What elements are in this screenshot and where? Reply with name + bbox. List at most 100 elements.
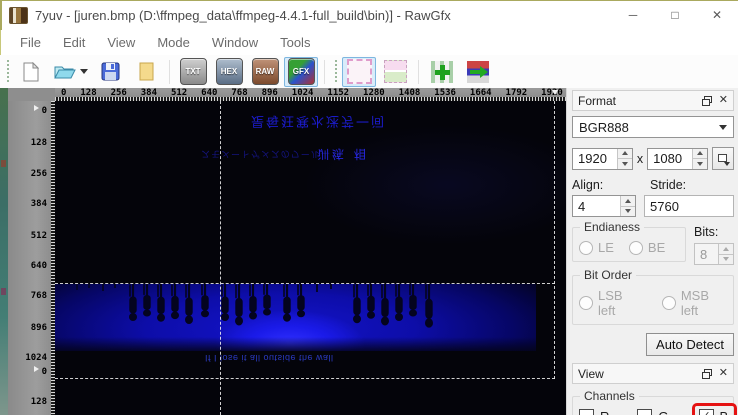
select-frame-button[interactable]: [342, 56, 376, 87]
toolbar-handle[interactable]: [333, 59, 338, 84]
width-value[interactable]: 1920: [573, 148, 617, 169]
menu-item[interactable]: View: [96, 35, 146, 50]
msb-left-label: MSB left: [680, 288, 709, 318]
app-icon: [9, 6, 28, 24]
band-shadow: [55, 337, 536, 351]
ruler-tick-label: 640: [30, 261, 47, 271]
filmstrip-arrow-icon: [467, 60, 489, 83]
add-frame-button[interactable]: [425, 57, 459, 87]
desktop-speck: [1, 160, 6, 167]
maximize-button[interactable]: □: [654, 0, 696, 30]
swap-dimensions-button[interactable]: [712, 147, 735, 170]
align-value[interactable]: 4: [573, 196, 620, 216]
close-button[interactable]: ✕: [696, 0, 738, 30]
height-spinner[interactable]: 1080: [647, 147, 709, 170]
select-row-button[interactable]: [378, 57, 412, 87]
ruler-tick-label: 896: [30, 323, 47, 333]
stride-value: 5760: [650, 198, 679, 214]
spin-up-button[interactable]: [621, 196, 635, 206]
goto-frame-button[interactable]: [461, 57, 495, 87]
close-panel-icon[interactable]: ✕: [719, 368, 728, 379]
ruler-tick-label: 256: [30, 169, 47, 179]
txt-mode-icon: TXT: [179, 58, 207, 85]
ruler-tick-label: 768: [231, 88, 248, 98]
menu-item[interactable]: Edit: [52, 35, 96, 50]
toolbar: TXT HEX RAW GFX: [0, 55, 738, 89]
ruler-vertical: 0 128 256 384 512 640 768 896 1024 0 128: [8, 101, 55, 415]
menu-bar: File Edit View Mode Window Tools: [0, 30, 738, 55]
toolbar-separator: [324, 59, 325, 84]
stride-field[interactable]: 5760: [644, 195, 734, 217]
channel-g-checkbox[interactable]: [637, 409, 653, 415]
ruler-tick-label: 384: [30, 199, 47, 209]
le-radio[interactable]: [579, 240, 593, 255]
align-spinner[interactable]: 4: [572, 195, 636, 217]
le-label: LE: [598, 240, 614, 255]
minimize-button[interactable]: ─: [612, 0, 654, 30]
channel-r-checkbox[interactable]: [579, 409, 594, 415]
format-select[interactable]: BGR888: [572, 116, 734, 138]
open-file-button[interactable]: [50, 57, 91, 87]
desktop-edge: [0, 88, 8, 415]
mode-txt-button[interactable]: TXT: [176, 57, 210, 87]
mode-raw-button[interactable]: RAW: [248, 57, 282, 87]
height-value[interactable]: 1080: [648, 148, 693, 169]
spin-up-button[interactable]: [617, 148, 632, 158]
width-spinner[interactable]: 1920: [572, 147, 633, 170]
mode-hex-button[interactable]: HEX: [212, 57, 246, 87]
format-panel-title: Format: [578, 93, 617, 108]
auto-detect-button[interactable]: Auto Detect: [646, 333, 734, 356]
channels-group: Channels R G ✓ B ✓ A Swap UV: [572, 389, 738, 415]
toolbar-separator: [169, 59, 170, 84]
hex-mode-icon: HEX: [215, 58, 243, 85]
bits-label: Bits:: [694, 225, 719, 239]
ruler-tick-label: 1280: [363, 88, 385, 98]
menu-item[interactable]: Tools: [269, 35, 321, 50]
ruler-tick-label: 1536: [434, 88, 456, 98]
open-dropdown-arrow-icon[interactable]: [80, 69, 88, 74]
float-panel-icon[interactable]: [701, 368, 712, 379]
spin-up-button[interactable]: [693, 148, 708, 158]
export-file-button[interactable]: [129, 57, 163, 87]
stride-label: Stride:: [650, 178, 687, 192]
image-flipped-text-1: 是每狂寒水迷芳一间: [251, 113, 387, 128]
align-label: Align:: [572, 178, 604, 192]
save-button[interactable]: [93, 57, 127, 87]
image-dark-clouds: [255, 121, 566, 281]
ruler-tick-label: 1664: [469, 88, 492, 98]
float-panel-icon[interactable]: [701, 95, 712, 106]
toolbar-handle[interactable]: [5, 59, 10, 84]
bit-order-group: Bit Order LSB left MSB left: [572, 268, 734, 325]
filmstrip-add-icon: [431, 60, 453, 83]
menu-item[interactable]: Window: [201, 35, 269, 50]
new-file-button[interactable]: [14, 57, 48, 87]
ruler-tick-label: 128: [80, 88, 97, 98]
endianess-group: Endianess LE BE: [572, 220, 686, 262]
swap-dimensions-icon: [717, 153, 727, 162]
mode-gfx-button[interactable]: GFX: [284, 56, 318, 87]
menu-item[interactable]: File: [9, 35, 52, 50]
ruler-tick-label: 896: [261, 88, 278, 98]
image-canvas[interactable]: 是每狂寒水迷芳一间 スモメートゲメスのワール— 训练 相 If I lose i…: [55, 101, 566, 415]
msb-left-radio[interactable]: [661, 296, 676, 310]
close-panel-icon[interactable]: ✕: [719, 95, 728, 106]
window-border: [0, 0, 738, 1]
spin-down-button[interactable]: [693, 158, 708, 169]
ruler-tick-label: 256: [110, 88, 127, 98]
spin-down-button[interactable]: [621, 205, 635, 216]
ruler-tick-label: 384: [140, 88, 158, 98]
selection-rows-icon: [383, 60, 407, 83]
spin-up-button: [719, 244, 733, 254]
spin-down-button[interactable]: [617, 158, 632, 169]
be-radio[interactable]: [628, 240, 643, 255]
bit-order-group-title: Bit Order: [580, 268, 637, 282]
format-select-value: BGR888: [579, 119, 629, 135]
lsb-left-radio[interactable]: [579, 296, 593, 310]
selection-dashed-hline[interactable]: [55, 378, 555, 379]
ruler-tick-label: 128: [30, 397, 47, 407]
channel-b-checkbox[interactable]: ✓: [698, 409, 714, 415]
desktop-speck: [1, 288, 6, 295]
menu-item[interactable]: Mode: [146, 35, 201, 50]
endianess-group-title: Endianess: [580, 220, 645, 234]
ruler-horizontal: 0 128 256 384 512 640 768 896 1024 1152 1280 1408 15…: [55, 88, 566, 101]
